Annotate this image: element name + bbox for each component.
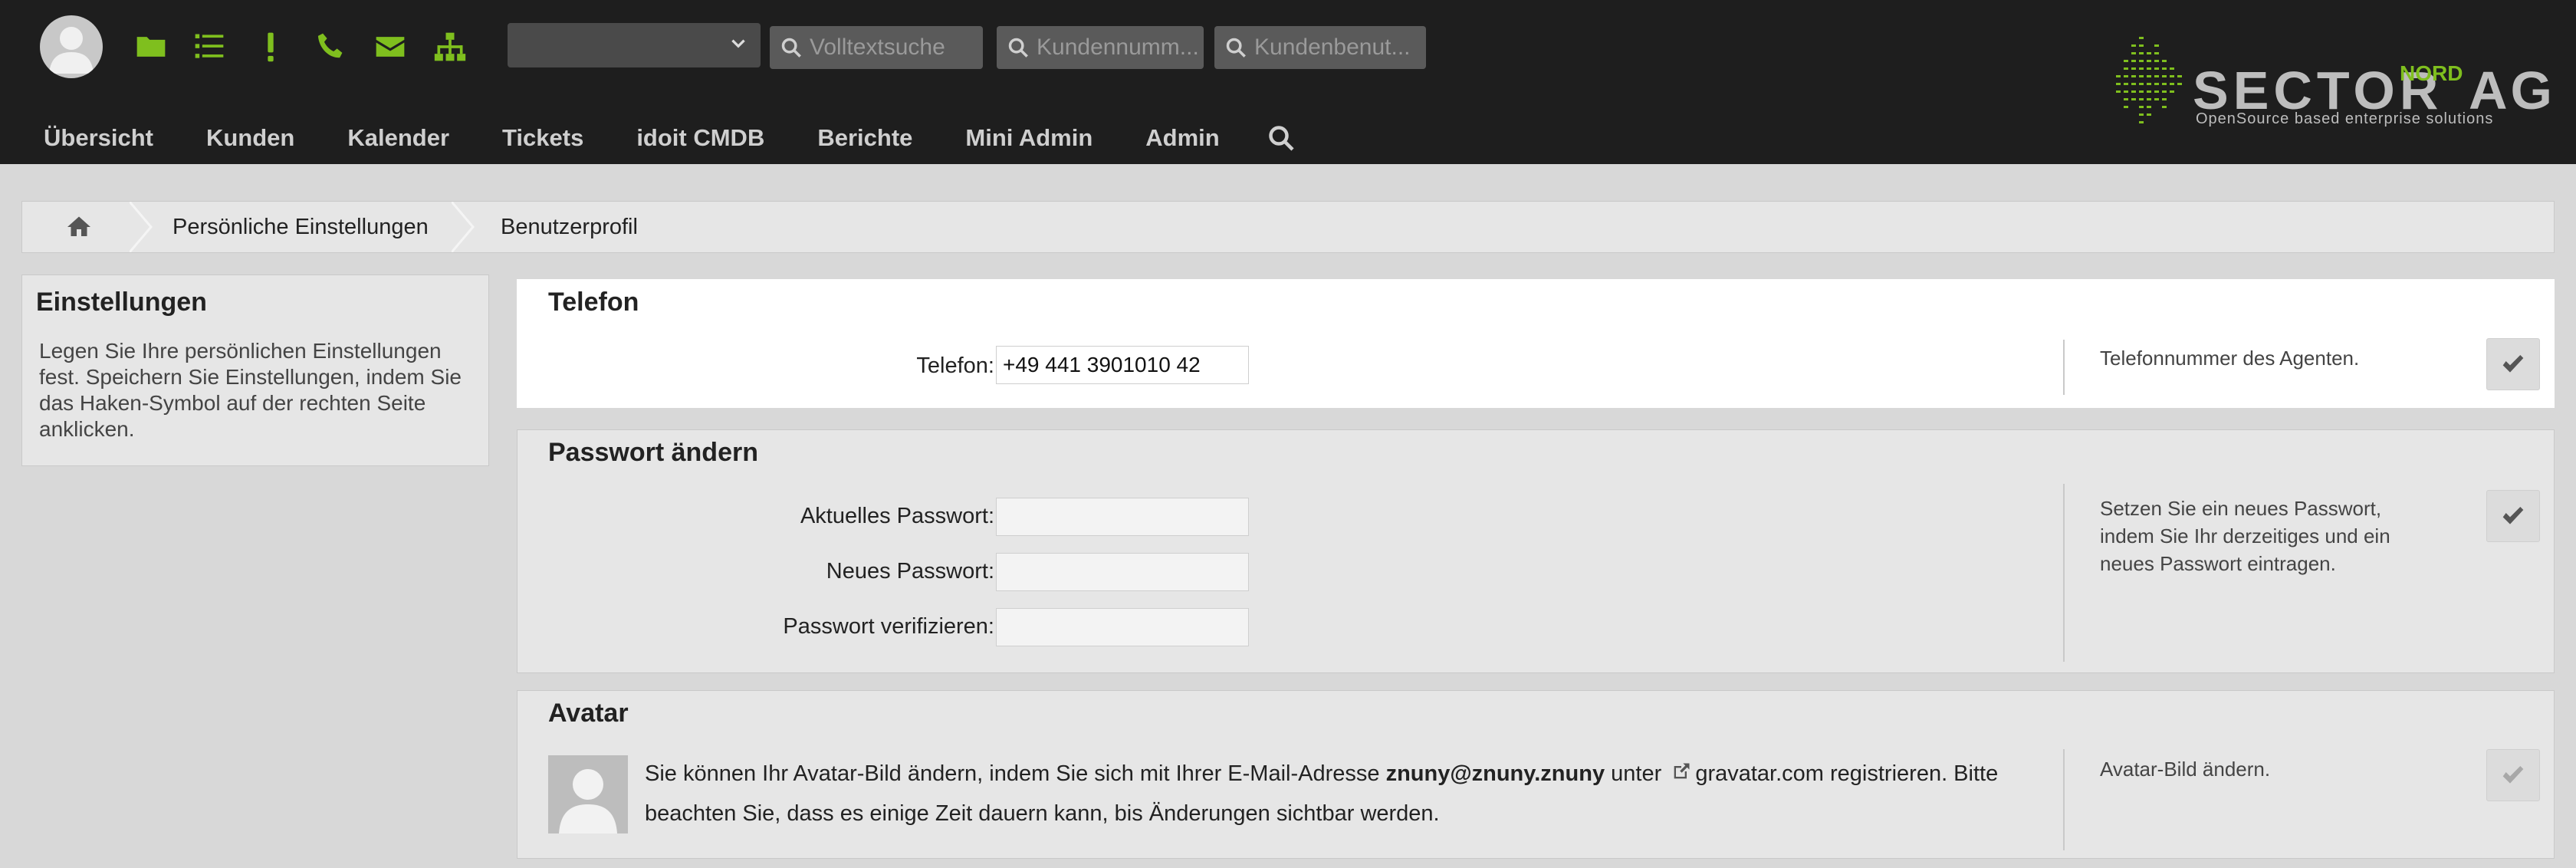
list-icon[interactable] <box>189 23 230 71</box>
user-silhouette-icon <box>559 769 617 833</box>
check-icon <box>2502 507 2524 524</box>
check-icon <box>2502 355 2524 373</box>
phone-input[interactable] <box>996 346 1249 384</box>
top-header: Volltextsuche Kundennumm... Kundenbenut.… <box>0 0 2576 164</box>
sitemap-icon[interactable] <box>429 23 471 71</box>
envelope-icon[interactable] <box>370 23 411 71</box>
gravatar-link[interactable]: gravatar.com <box>1695 761 1824 786</box>
avatar-email: znuny@znuny.znuny <box>1385 761 1605 786</box>
customer-number-search-input[interactable]: Kundennumm... <box>997 26 1204 69</box>
avatar-description: Sie können Ihr Avatar-Bild ändern, indem… <box>645 754 2040 833</box>
breadcrumb: Persönliche Einstellungen Benutzerprofil <box>21 201 2555 253</box>
new-password-input[interactable] <box>996 553 1249 591</box>
avatar-panel-title: Avatar <box>548 699 629 728</box>
password-help-text: Setzen Sie ein neues Passwort, indem Sie… <box>2100 497 2390 575</box>
breadcrumb-separator <box>130 202 153 252</box>
logo-dots-graphic <box>2116 37 2182 123</box>
avatar-text-before: Sie können Ihr Avatar-Bild ändern, indem… <box>645 761 1380 786</box>
phone-panel-title: Telefon <box>548 288 639 317</box>
current-password-input[interactable] <box>996 498 1249 536</box>
avatar-help-text: Avatar-Bild ändern. <box>2100 758 2271 781</box>
avatar-image <box>548 755 628 833</box>
phone-icon[interactable] <box>310 23 351 71</box>
phone-panel: Telefon Telefon: Telefonnummer des Agent… <box>517 279 2555 408</box>
breadcrumb-item-persoenliche-einstellungen[interactable]: Persönliche Einstellungen <box>172 202 429 252</box>
customer-user-search-placeholder: Kundenbenut... <box>1254 35 1411 60</box>
nav-item-kunden[interactable]: Kunden <box>206 124 294 152</box>
phone-label: Telefon: <box>916 353 994 378</box>
nav-item-tickets[interactable]: Tickets <box>502 124 583 152</box>
password-save-button[interactable] <box>2486 490 2540 542</box>
customer-user-search-input[interactable]: Kundenbenut... <box>1214 26 1426 69</box>
fulltext-search-placeholder: Volltextsuche <box>810 35 945 60</box>
avatar-text-unter: unter <box>1611 761 1662 786</box>
folder-icon[interactable] <box>130 23 172 71</box>
nav-item-mini-admin[interactable]: Mini Admin <box>965 124 1092 152</box>
panel-divider <box>2063 749 2065 850</box>
nav-item-uebersicht[interactable]: Übersicht <box>44 124 153 152</box>
breadcrumb-item-benutzerprofil: Benutzerprofil <box>501 215 638 239</box>
customer-number-search-placeholder: Kundennumm... <box>1037 35 1199 60</box>
nav-item-idoit-cmdb[interactable]: idoit CMDB <box>636 124 764 152</box>
logo-tagline: OpenSource based enterprise solutions <box>2196 110 2494 127</box>
user-silhouette-icon <box>49 27 94 74</box>
verify-password-input[interactable] <box>996 608 1249 646</box>
phone-help-text: Telefonnummer des Agenten. <box>2100 347 2360 370</box>
settings-sidebar: Einstellungen Legen Sie Ihre persönliche… <box>21 275 489 466</box>
breadcrumb-separator <box>452 202 475 252</box>
avatar-save-button[interactable] <box>2486 749 2540 801</box>
phone-save-button[interactable] <box>2486 338 2540 390</box>
main-navigation: Übersicht Kunden Kalender Tickets idoit … <box>0 117 1295 159</box>
company-logo[interactable]: SECTOR NORD AG OpenSource based enterpri… <box>2108 21 2561 144</box>
current-password-label: Aktuelles Passwort: <box>800 504 994 528</box>
password-panel: Passwort ändern Aktuelles Passwort: Neue… <box>517 429 2555 673</box>
fulltext-search-input[interactable]: Volltextsuche <box>770 26 983 69</box>
nav-item-admin[interactable]: Admin <box>1145 124 1219 152</box>
nav-item-berichte[interactable]: Berichte <box>817 124 912 152</box>
password-panel-title: Passwort ändern <box>548 438 758 467</box>
new-password-label: Neues Passwort: <box>826 559 994 584</box>
avatar-panel: Avatar Sie können Ihr Avatar-Bild ändern… <box>517 690 2555 859</box>
nav-item-kalender[interactable]: Kalender <box>347 124 449 152</box>
external-link-icon <box>1674 763 1690 779</box>
sidebar-title: Einstellungen <box>36 288 207 317</box>
check-icon <box>2502 766 2524 784</box>
panel-divider <box>2063 340 2065 395</box>
home-icon[interactable] <box>65 202 96 252</box>
search-icon[interactable] <box>1267 124 1295 152</box>
sidebar-text: Legen Sie Ihre persönlichen Einstellunge… <box>39 339 462 441</box>
logo-nord: NORD <box>2400 61 2463 85</box>
search-icon <box>1008 38 1028 58</box>
user-avatar[interactable] <box>40 15 103 78</box>
queue-select[interactable] <box>508 23 761 67</box>
panel-divider <box>2063 484 2065 662</box>
verify-password-label: Passwort verifizieren: <box>783 614 994 639</box>
exclamation-icon[interactable] <box>250 23 291 71</box>
search-icon <box>1226 38 1246 58</box>
search-icon <box>781 38 801 58</box>
chevron-down-icon <box>731 39 745 48</box>
